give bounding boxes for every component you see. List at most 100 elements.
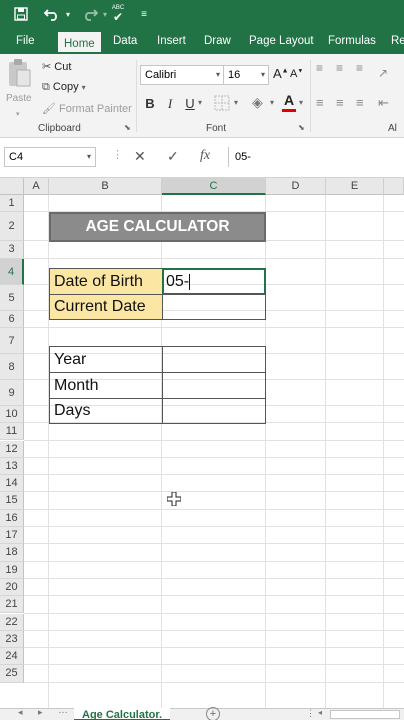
row-header-16[interactable]: 16 <box>0 509 24 527</box>
align-center-icon[interactable]: ≡ <box>336 95 344 110</box>
tab-file[interactable]: File <box>16 28 35 54</box>
horizontal-scrollbar[interactable] <box>330 710 400 719</box>
column-header-a[interactable]: A <box>24 178 49 195</box>
tab-insert[interactable]: Insert <box>157 28 186 54</box>
redo-icon[interactable] <box>80 0 100 28</box>
year-output[interactable] <box>162 346 266 373</box>
underline-button[interactable]: U <box>182 95 198 113</box>
days-output[interactable] <box>162 398 266 424</box>
row-header-21[interactable]: 21 <box>0 596 24 614</box>
row-header-4[interactable]: 4 <box>0 258 24 285</box>
row-header-17[interactable]: 17 <box>0 527 24 545</box>
column-header-b[interactable]: B <box>49 178 162 195</box>
undo-dropdown-icon[interactable]: ▾ <box>63 0 73 28</box>
decrease-indent-icon[interactable]: ⇤ <box>378 95 389 111</box>
days-label[interactable]: Days <box>49 398 163 424</box>
align-top-icon[interactable]: ≡ <box>316 62 330 74</box>
tab-review[interactable]: Re <box>391 28 404 54</box>
prev-sheet-icon[interactable]: ◂ <box>18 707 23 718</box>
row-header-14[interactable]: 14 <box>0 475 24 493</box>
save-icon[interactable] <box>10 0 32 28</box>
copy-dropdown-icon[interactable]: ▾ <box>82 83 86 92</box>
row-header-6[interactable]: 6 <box>0 310 24 328</box>
customize-icon[interactable]: ≡ <box>138 0 150 28</box>
date-of-birth-input[interactable]: 05- <box>162 268 266 295</box>
formula-input[interactable]: 05- <box>228 147 404 167</box>
year-label[interactable]: Year <box>49 346 163 373</box>
row-header-9[interactable]: 9 <box>0 379 24 406</box>
month-output[interactable] <box>162 372 266 399</box>
tab-home[interactable]: Home <box>56 30 103 54</box>
row-header-1[interactable]: 1 <box>0 195 24 213</box>
font-family-select[interactable]: Calibri ▾ <box>140 65 224 85</box>
sheet-tab-age-calculator[interactable]: Age Calculator. <box>74 708 171 720</box>
paste-button[interactable]: Paste <box>6 58 34 110</box>
name-box[interactable]: C4 ▾ <box>4 147 96 167</box>
column-header-e[interactable]: E <box>326 178 384 195</box>
align-bottom-icon[interactable]: ≡ <box>356 62 370 74</box>
row-header-8[interactable]: 8 <box>0 353 24 380</box>
column-header-d[interactable]: D <box>266 178 326 195</box>
row-header-25[interactable]: 25 <box>0 665 24 683</box>
fill-color-dropdown-icon[interactable]: ▾ <box>270 98 274 107</box>
fill-color-icon[interactable]: ◈ <box>252 94 263 111</box>
row-header-2[interactable]: 2 <box>0 212 24 242</box>
align-middle-icon[interactable]: ≡ <box>336 62 350 74</box>
align-right-icon[interactable]: ≡ <box>356 95 364 110</box>
insert-function-icon[interactable]: fx <box>200 148 210 164</box>
cut-button[interactable]: ✂ Cut <box>42 60 71 73</box>
row-header-7[interactable]: 7 <box>0 327 24 354</box>
cancel-icon[interactable]: ✕ <box>134 148 146 165</box>
increase-font-size-icon[interactable]: A▲ <box>273 66 289 81</box>
row-header-13[interactable]: 13 <box>0 457 24 476</box>
tab-page-layout[interactable]: Page Layout <box>249 28 314 54</box>
row-header-15[interactable]: 15 <box>0 492 24 510</box>
enter-icon[interactable]: ✓ <box>167 148 179 165</box>
scroll-divider-icon[interactable]: ⋮ <box>306 708 315 719</box>
row-header-20[interactable]: 20 <box>0 578 24 597</box>
tab-data[interactable]: Data <box>113 28 137 54</box>
spelling-check-icon[interactable]: ABC ✔ <box>108 0 128 28</box>
row-header-12[interactable]: 12 <box>0 440 24 458</box>
row-header-22[interactable]: 22 <box>0 613 24 631</box>
borders-button[interactable] <box>214 95 232 111</box>
scroll-left-icon[interactable]: ◂ <box>318 708 322 717</box>
current-date-input[interactable] <box>162 294 266 320</box>
next-sheet-icon[interactable]: ▸ <box>38 707 43 718</box>
font-color-dropdown-icon[interactable]: ▾ <box>299 98 303 107</box>
orientation-icon[interactable]: ↗ <box>378 66 392 80</box>
undo-icon[interactable] <box>42 0 62 28</box>
current-date-label[interactable]: Current Date <box>49 294 163 320</box>
tab-draw[interactable]: Draw <box>204 28 231 54</box>
copy-button[interactable]: ⧉ Copy ▾ <box>42 81 86 94</box>
decrease-font-size-icon[interactable]: A▼ <box>290 68 303 80</box>
format-painter-button[interactable]: 🖌 Format Painter <box>42 102 132 115</box>
date-of-birth-label[interactable]: Date of Birth <box>49 268 163 295</box>
font-launcher-icon[interactable]: ⬊ <box>298 123 305 132</box>
month-label[interactable]: Month <box>49 372 163 399</box>
row-header-5[interactable]: 5 <box>0 284 24 311</box>
font-size-select[interactable]: 16 ▾ <box>223 65 269 85</box>
title-cell[interactable]: AGE CALCULATOR <box>49 212 266 242</box>
paste-dropdown-icon[interactable]: ▾ <box>16 110 20 118</box>
bold-button[interactable]: B <box>142 95 158 113</box>
clipboard-launcher-icon[interactable]: ⬊ <box>124 123 131 132</box>
borders-dropdown-icon[interactable]: ▾ <box>234 98 238 107</box>
row-header-24[interactable]: 24 <box>0 648 24 666</box>
font-color-button[interactable]: A <box>281 92 297 114</box>
more-sheets-icon[interactable]: … <box>58 705 68 716</box>
row-header-19[interactable]: 19 <box>0 561 24 579</box>
row-header-18[interactable]: 18 <box>0 544 24 562</box>
row-header-11[interactable]: 11 <box>0 423 24 441</box>
column-header-f[interactable] <box>384 178 404 195</box>
underline-dropdown-icon[interactable]: ▾ <box>198 98 202 107</box>
column-header-c[interactable]: C <box>162 178 266 195</box>
add-sheet-icon[interactable]: + <box>206 707 220 720</box>
row-header-10[interactable]: 10 <box>0 405 24 424</box>
row-header-23[interactable]: 23 <box>0 630 24 649</box>
row-header-3[interactable]: 3 <box>0 241 24 259</box>
italic-button[interactable]: I <box>162 95 178 113</box>
select-all-corner[interactable] <box>0 178 24 195</box>
align-left-icon[interactable]: ≡ <box>316 95 324 110</box>
tab-formulas[interactable]: Formulas <box>328 28 376 54</box>
